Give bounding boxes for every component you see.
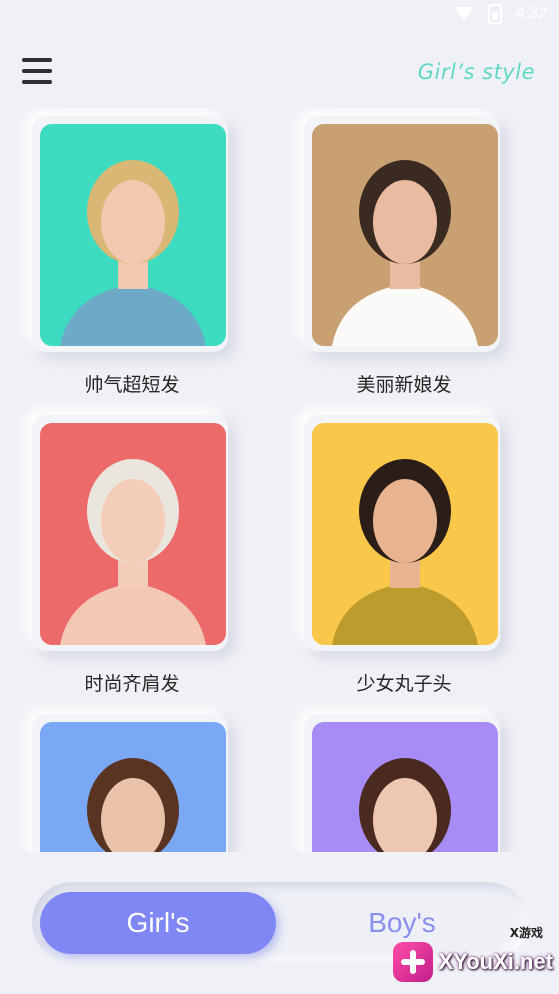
hairstyle-grid[interactable]: 帅气超短发 美丽新娘发 时尚齐肩发 少女丸子头 <box>0 108 559 852</box>
style-photo <box>312 722 498 852</box>
card-frame <box>304 116 500 352</box>
style-photo <box>40 124 226 346</box>
card-frame <box>32 415 228 651</box>
style-label: 美丽新娘发 <box>356 374 452 396</box>
wifi-icon <box>453 7 474 21</box>
card-frame <box>304 714 500 852</box>
style-label: 时尚齐肩发 <box>84 673 180 695</box>
app-header: Girl’s style <box>0 52 559 96</box>
tab-girls[interactable]: Girl's <box>40 892 276 954</box>
status-time: 4:32 <box>515 5 547 22</box>
style-card[interactable] <box>32 714 232 852</box>
app-title: Girl’s style <box>417 60 535 84</box>
status-bar: 4:32 <box>0 0 559 32</box>
hamburger-menu-icon[interactable] <box>22 58 52 84</box>
card-frame <box>304 415 500 651</box>
style-photo <box>312 423 498 645</box>
battery-icon <box>487 4 502 24</box>
style-card[interactable]: 美丽新娘发 <box>304 116 504 397</box>
style-card[interactable] <box>304 714 504 852</box>
style-photo <box>312 124 498 346</box>
site-watermark: X游戏 XYouXi.net <box>392 926 554 982</box>
style-label: 帅气超短发 <box>84 374 180 396</box>
watermark-text: XYouXi.net <box>438 949 554 974</box>
style-photo <box>40 722 226 852</box>
watermark-small-text: X游戏 <box>509 926 543 940</box>
style-photo <box>40 423 226 645</box>
style-label: 少女丸子头 <box>356 673 452 695</box>
style-card[interactable]: 帅气超短发 <box>32 116 232 397</box>
gamepad-logo-icon <box>392 942 433 982</box>
style-card[interactable]: 少女丸子头 <box>304 415 504 696</box>
card-frame <box>32 116 228 352</box>
card-frame <box>32 714 228 852</box>
style-card[interactable]: 时尚齐肩发 <box>32 415 232 696</box>
